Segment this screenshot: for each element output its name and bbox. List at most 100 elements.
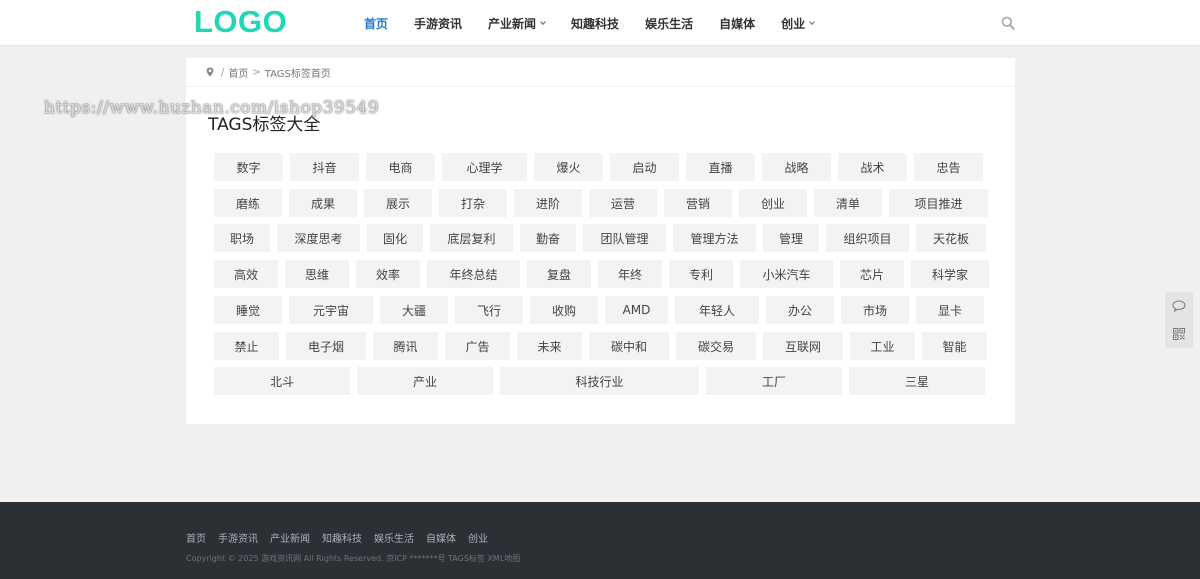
tag-link[interactable]: 科技行业 [500,367,699,395]
footer-link[interactable]: 知趣科技 [322,530,362,545]
breadcrumb-home-link[interactable]: 首页 [228,65,248,80]
tag-link[interactable]: 飞行 [455,296,523,324]
tag-link[interactable]: 专利 [669,260,733,288]
tag-link[interactable]: 睡觉 [214,296,282,324]
tag-link[interactable]: 启动 [610,153,679,181]
nav-item-startup[interactable]: 创业 [781,15,815,32]
tag-link[interactable]: 小米汽车 [740,260,833,288]
site-footer: 首页 手游资讯 产业新闻 知趣科技 娱乐生活 自媒体 创业 Copyright … [0,502,1200,579]
tag-link[interactable]: 广告 [445,332,510,360]
tag-link[interactable]: 未来 [517,332,582,360]
footer-link[interactable]: 首页 [186,530,206,545]
tag-link[interactable]: 忠告 [914,153,983,181]
tag-link[interactable]: 显卡 [916,296,984,324]
tag-link[interactable]: 高效 [214,260,278,288]
footer-link[interactable]: 自媒体 [426,530,456,545]
tag-link[interactable]: 复盘 [527,260,591,288]
tag-link[interactable]: 腾讯 [373,332,438,360]
tag-link[interactable]: 清单 [814,189,882,217]
tag-link[interactable]: 年轻人 [675,296,759,324]
chevron-down-icon [809,18,815,25]
nav-item-tech[interactable]: 知趣科技 [571,15,619,32]
tag-link[interactable]: 市场 [841,296,909,324]
nav-item-label: 创业 [781,16,806,31]
tag-link[interactable]: 深度思考 [277,224,360,252]
footer-link[interactable]: 手游资讯 [218,530,258,545]
nav-item-mobile-games[interactable]: 手游资讯 [414,15,462,32]
tag-link[interactable]: 思维 [285,260,349,288]
tag-link[interactable]: 互联网 [763,332,843,360]
footer-link[interactable]: 创业 [468,530,488,545]
tag-link[interactable]: AMD [605,296,668,324]
footer-link[interactable]: 娱乐生活 [374,530,414,545]
tag-link[interactable]: 固化 [367,224,423,252]
nav-item-label: 自媒体 [719,16,756,31]
tag-link[interactable]: 北斗 [214,367,350,395]
tag-link[interactable]: 进阶 [514,189,582,217]
tag-link[interactable]: 年终总结 [427,260,520,288]
site-header: LOGO 首页 手游资讯 产业新闻 知趣科技 娱乐生活 自媒体 创业 [0,0,1200,46]
comment-button[interactable] [1165,292,1193,320]
tag-link[interactable]: 项目推进 [889,189,988,217]
tag-link[interactable]: 抖音 [290,153,359,181]
breadcrumb-current: TAGS标签首页 [264,68,331,80]
tag-link[interactable]: 碳中和 [589,332,669,360]
tag-link[interactable]: 收购 [530,296,598,324]
tag-link[interactable]: 工厂 [706,367,842,395]
tag-link[interactable]: 电商 [366,153,435,181]
tag-link[interactable]: 运营 [589,189,657,217]
tag-link[interactable]: 三星 [849,367,985,395]
tag-link[interactable]: 底层复利 [430,224,513,252]
tag-link[interactable]: 办公 [766,296,834,324]
tag-link[interactable]: 展示 [364,189,432,217]
chat-bubble-icon [1172,300,1186,312]
tag-link[interactable]: 打杂 [439,189,507,217]
tag-link[interactable]: 禁止 [214,332,279,360]
footer-link[interactable]: 产业新闻 [270,530,310,545]
nav-item-entertainment[interactable]: 娱乐生活 [645,15,693,32]
tag-link[interactable]: 直播 [686,153,755,181]
tag-link[interactable]: 智能 [922,332,987,360]
tag-link[interactable]: 组织项目 [826,224,909,252]
tag-link[interactable]: 科学家 [911,260,989,288]
search-icon[interactable] [1001,16,1015,30]
site-logo[interactable]: LOGO [194,4,287,40]
tag-link[interactable]: 天花板 [916,224,986,252]
nav-item-label: 产业新闻 [488,16,537,31]
nav-item-label: 首页 [364,16,389,31]
tag-link[interactable]: 碳交易 [676,332,756,360]
tag-link[interactable]: 管理 [763,224,819,252]
nav-item-self-media[interactable]: 自媒体 [719,15,755,32]
nav-item-label: 手游资讯 [414,16,463,31]
tag-link[interactable]: 元宇宙 [289,296,373,324]
tag-link[interactable]: 心理学 [442,153,527,181]
tag-link[interactable]: 电子烟 [286,332,366,360]
nav-item-industry-news[interactable]: 产业新闻 [488,15,546,32]
nav-item-home[interactable]: 首页 [364,15,388,32]
tag-link[interactable]: 大疆 [380,296,448,324]
tag-link[interactable]: 职场 [214,224,270,252]
tag-link[interactable]: 管理方法 [673,224,756,252]
tag-link[interactable]: 效率 [356,260,420,288]
tag-link[interactable]: 数字 [214,153,283,181]
tag-link[interactable]: 年终 [598,260,662,288]
tag-link[interactable]: 成果 [289,189,357,217]
tag-link[interactable]: 产业 [357,367,493,395]
tag-link[interactable]: 爆火 [534,153,603,181]
tag-link[interactable]: 战术 [838,153,907,181]
tag-link[interactable]: 芯片 [840,260,904,288]
qrcode-button[interactable] [1165,320,1193,348]
copyright-text: Copyright © 2025 游戏资讯网 All Rights Reserv… [186,554,521,563]
tag-link[interactable]: 工业 [850,332,915,360]
nav-item-label: 娱乐生活 [645,16,694,31]
map-pin-icon [206,67,214,77]
tag-link[interactable]: 营销 [664,189,732,217]
qrcode-icon [1173,328,1185,340]
tag-link[interactable]: 创业 [739,189,807,217]
tag-link[interactable]: 勤奋 [520,224,576,252]
footer-nav: 首页 手游资讯 产业新闻 知趣科技 娱乐生活 自媒体 创业 [186,530,500,545]
nav-item-label: 知趣科技 [571,16,620,31]
tag-link[interactable]: 战略 [762,153,831,181]
tag-link[interactable]: 磨练 [214,189,282,217]
tag-link[interactable]: 团队管理 [583,224,666,252]
